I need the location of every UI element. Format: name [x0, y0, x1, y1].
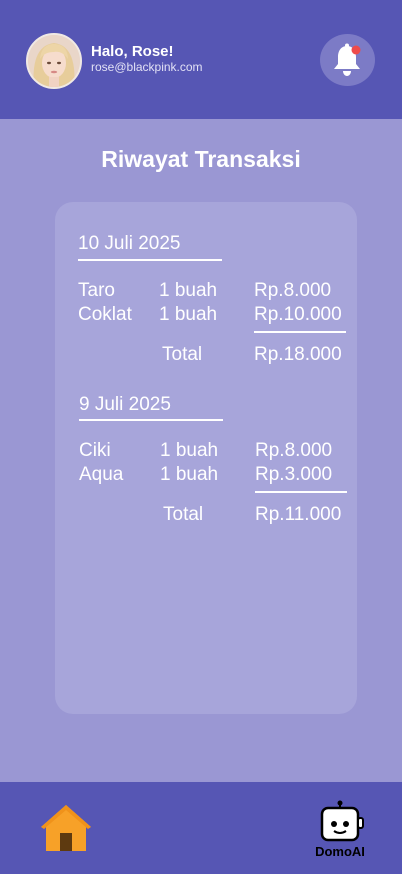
total-label: Total — [163, 504, 204, 525]
transaction-date: 10 Juli 2025 — [78, 233, 181, 254]
item-qty: 1 buah — [159, 280, 218, 301]
sum-divider — [255, 491, 347, 493]
item-name: Aqua — [79, 464, 124, 485]
item-qty: 1 buah — [160, 440, 219, 461]
notification-button[interactable] — [320, 34, 375, 86]
transaction-date: 9 Juli 2025 — [79, 394, 171, 415]
domoai-button[interactable]: DomoAI — [305, 800, 375, 860]
home-icon — [41, 805, 91, 851]
domoai-label: DomoAI — [315, 844, 365, 859]
user-email: rose@blackpink.com — [91, 60, 203, 74]
item-name: Coklat — [78, 304, 132, 325]
item-name: Taro — [78, 280, 115, 301]
item-price: Rp.8.000 — [254, 280, 332, 301]
total-amount: Rp.11.000 — [255, 504, 342, 525]
app-header: Halo, Rose! rose@blackpink.com — [0, 0, 402, 119]
item-qty: 1 buah — [159, 304, 218, 325]
item-price: Rp.8.000 — [255, 440, 333, 461]
notification-dot — [351, 45, 361, 55]
total-label: Total — [162, 344, 203, 365]
robot-icon — [320, 800, 364, 842]
bell-icon — [334, 43, 361, 76]
item-price: Rp.3.000 — [255, 464, 333, 485]
home-button[interactable] — [38, 802, 94, 854]
page-title: Riwayat Transaksi — [101, 146, 301, 172]
date-divider — [78, 259, 222, 261]
item-name: Ciki — [79, 440, 111, 461]
date-divider — [79, 419, 223, 421]
total-amount: Rp.18.000 — [254, 344, 342, 365]
greeting-text: Halo, Rose! — [91, 43, 174, 60]
item-price: Rp.10.000 — [254, 304, 342, 325]
item-qty: 1 buah — [160, 464, 219, 485]
avatar-image — [28, 35, 80, 87]
avatar[interactable] — [26, 33, 82, 89]
sum-divider — [254, 331, 346, 333]
bottom-nav: DomoAI — [0, 782, 402, 874]
